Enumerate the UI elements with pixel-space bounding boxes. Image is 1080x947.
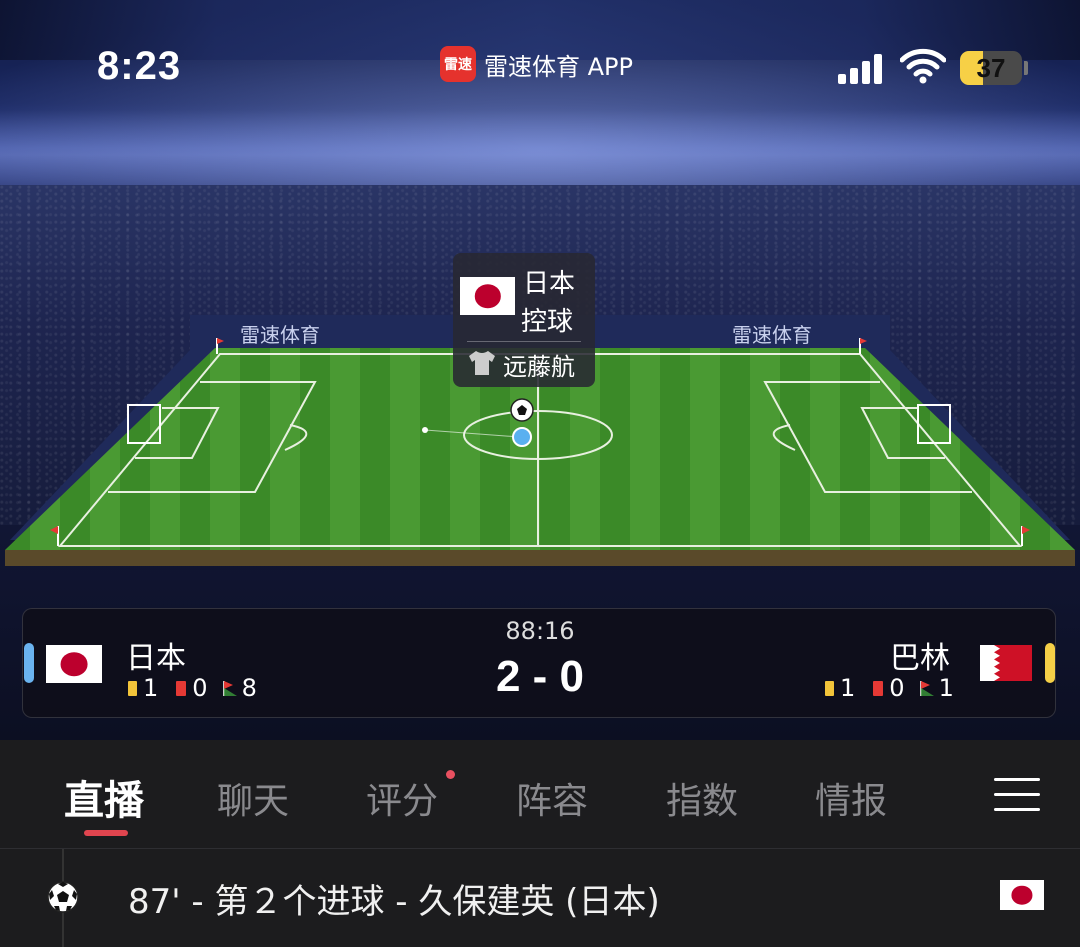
active-tab-indicator (84, 830, 128, 836)
cellular-signal-icon (838, 52, 882, 84)
tab-live[interactable]: 直播 (64, 768, 144, 826)
wifi-icon (900, 48, 946, 84)
match-score: 2 - 0 (495, 652, 585, 701)
tab-ratings[interactable]: 评分 (366, 772, 438, 824)
possession-player: 远藤航 (503, 353, 575, 381)
possession-popup: 日本 控球 远藤航 (453, 253, 595, 387)
match-clock: 88:16 (505, 617, 575, 645)
notification-badge (446, 770, 455, 779)
status-time: 8:23 (97, 44, 182, 88)
feed-event-text: 87' - 第２个进球 - 久保建英 (日本) (128, 882, 660, 922)
sponsor-board-label: 雷速体育 (732, 323, 812, 347)
japan-flag-icon (460, 277, 515, 315)
possession-team: 日本 (523, 269, 576, 299)
battery-tip (1024, 61, 1028, 75)
pitch-edge (5, 550, 1075, 566)
tab-intel[interactable]: 情报 (815, 772, 887, 824)
sponsor-board-label: 雷速体育 (240, 323, 320, 347)
soccer-ball-icon (47, 881, 79, 913)
app-logo-icon: 雷速 (440, 46, 476, 82)
jersey-icon (469, 351, 495, 375)
battery-percent: 37 (976, 52, 1006, 83)
battery-icon: 37 (960, 51, 1022, 85)
tab-odds[interactable]: 指数 (666, 772, 738, 824)
possession-state: 控球 (521, 307, 574, 337)
soccer-ball-icon (510, 398, 534, 422)
menu-icon[interactable] (994, 776, 1040, 812)
tab-lineup[interactable]: 阵容 (516, 772, 588, 824)
ball-position-marker (512, 427, 532, 447)
status-bar: 8:23 雷速 雷速体育 APP 37 (0, 0, 1080, 130)
tab-chat[interactable]: 聊天 (217, 772, 289, 824)
japan-flag-icon (1000, 880, 1044, 910)
app-name: 雷速体育 APP (484, 52, 633, 81)
popup-divider (467, 341, 581, 342)
app-badge[interactable]: 雷速 雷速体育 APP (440, 46, 633, 82)
